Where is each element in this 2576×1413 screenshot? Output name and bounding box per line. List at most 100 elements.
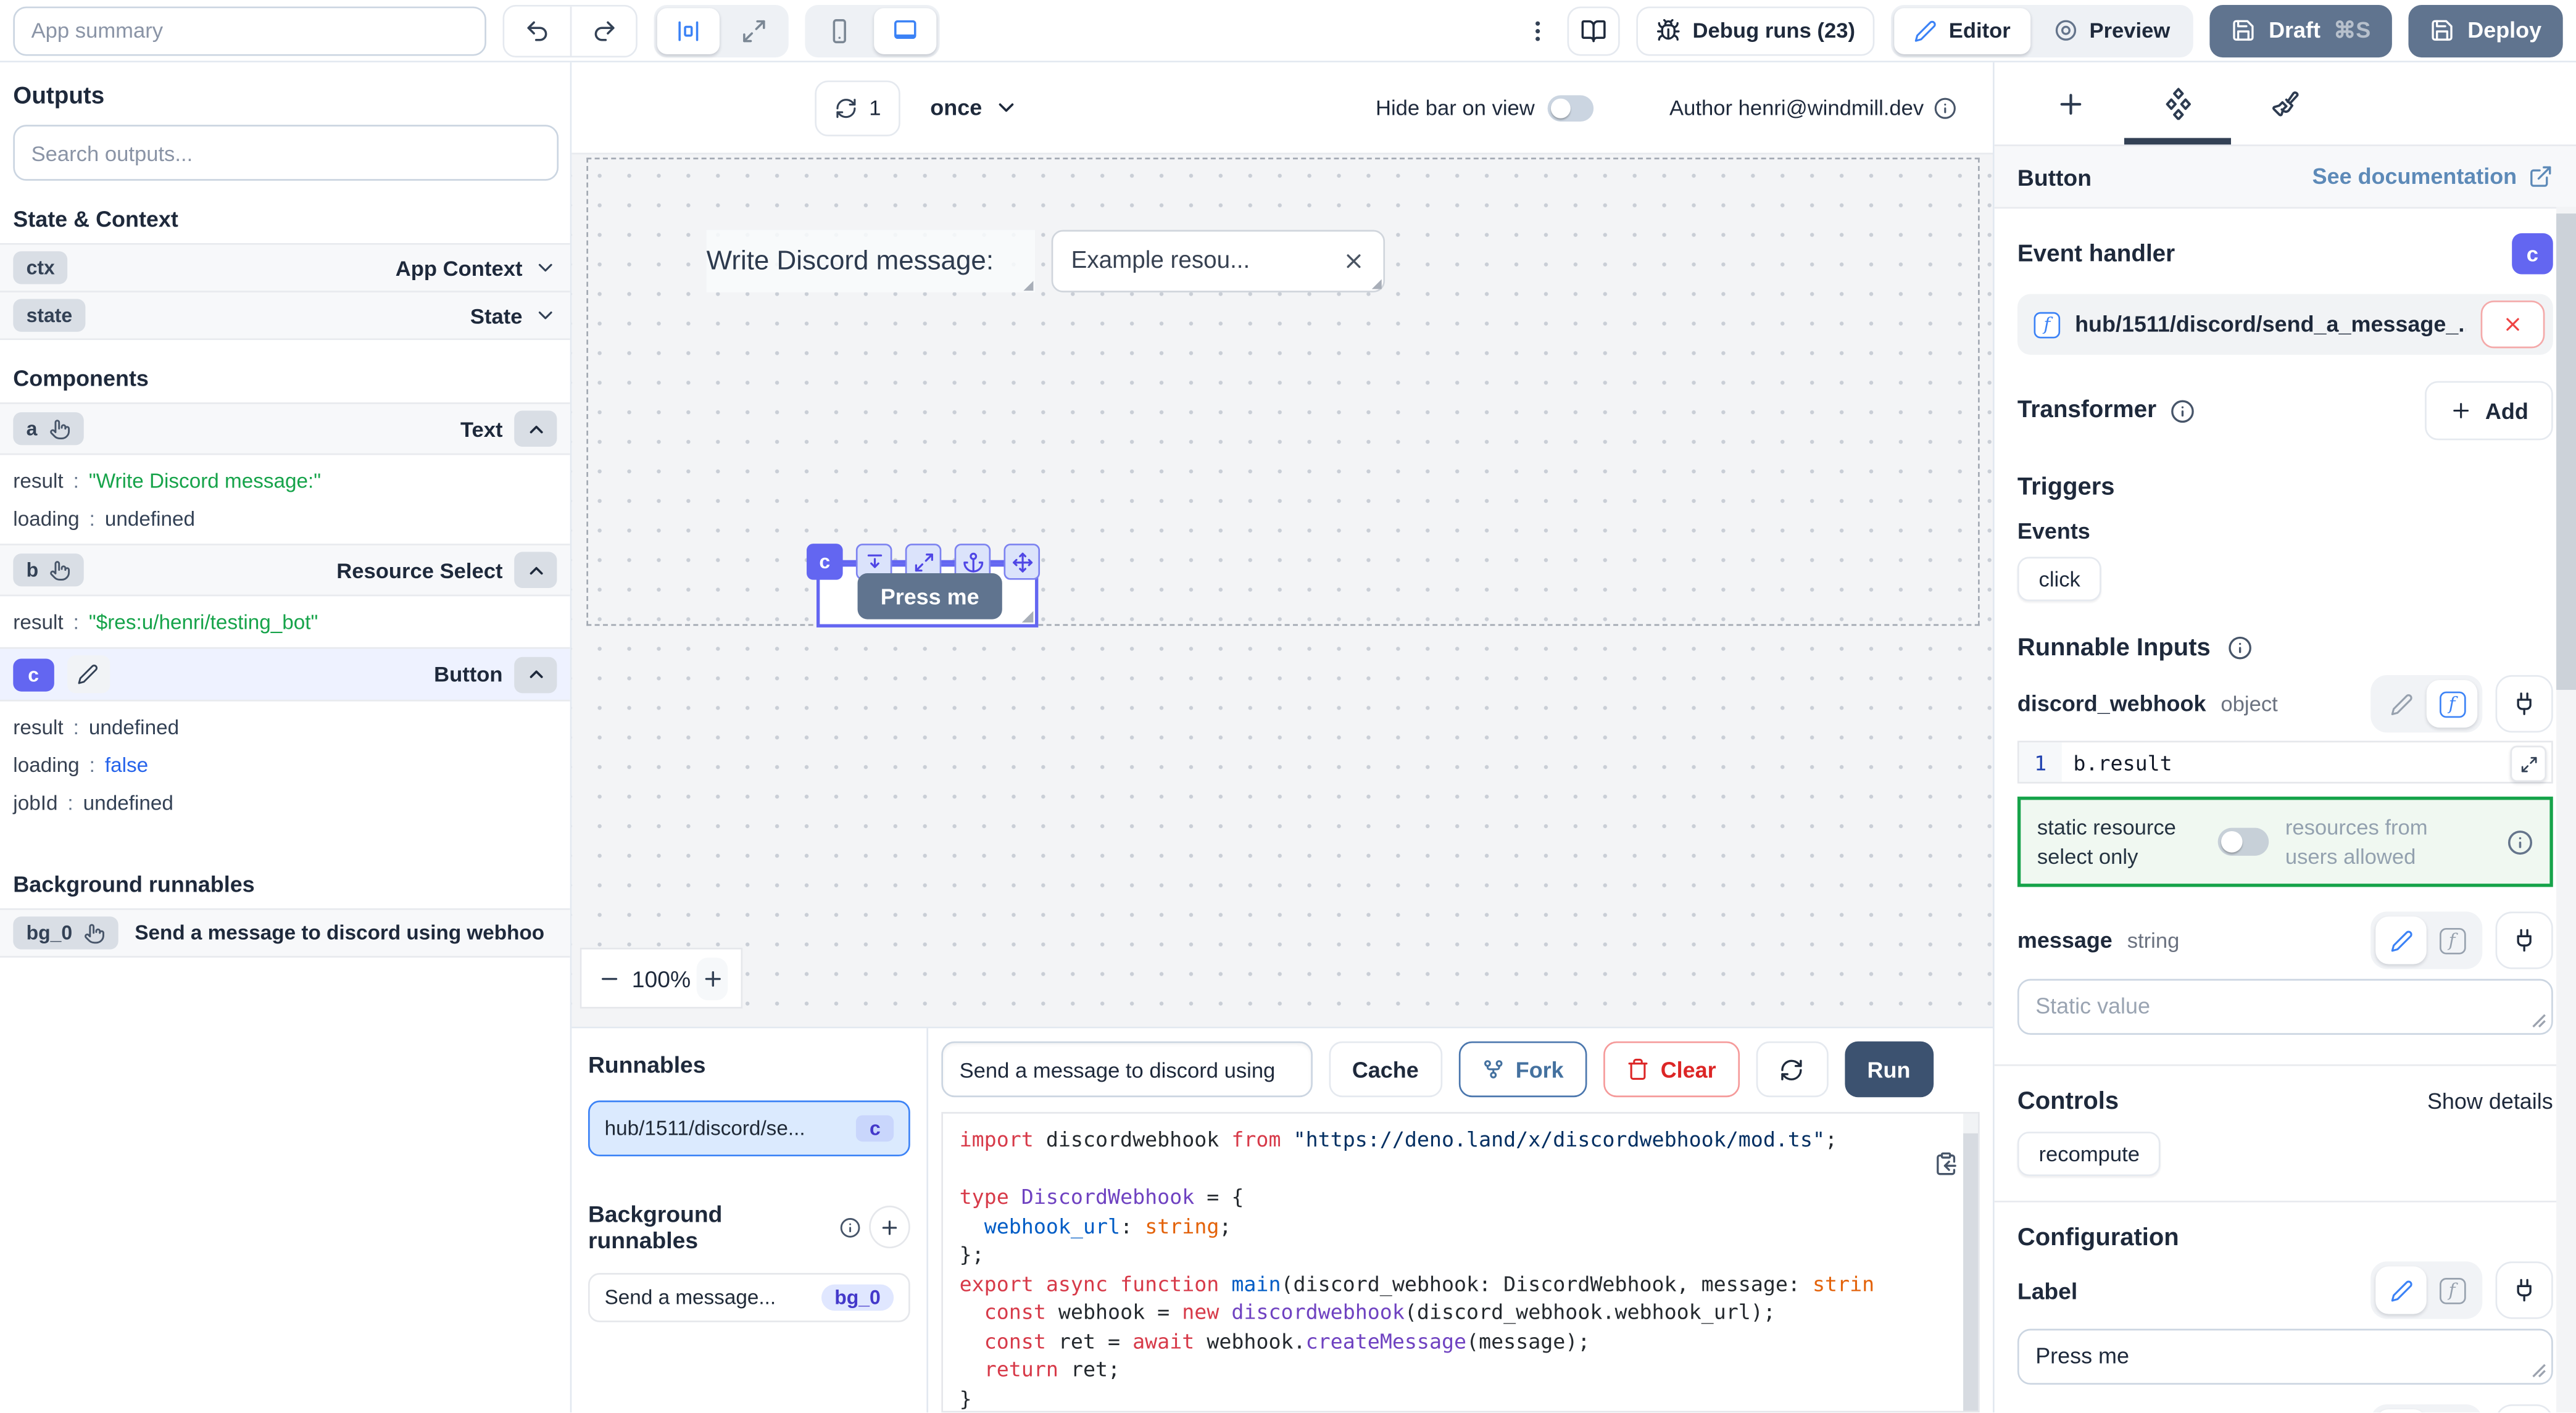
- static-mode-button[interactable]: [2375, 1267, 2427, 1314]
- redo-icon: [591, 17, 617, 44]
- app-summary-input[interactable]: [13, 6, 486, 55]
- resource-mode-toggle[interactable]: [2218, 828, 2269, 856]
- top-right-actions: Debug runs (23) Editor Preview Draft ⌘S: [1525, 4, 2563, 57]
- tab-editor[interactable]: Editor: [1895, 7, 2030, 54]
- search-outputs-input[interactable]: [13, 125, 559, 181]
- settings-scrollbar[interactable]: [2556, 207, 2576, 1413]
- bg0-row[interactable]: bg_0 Send a message to discord using web…: [0, 908, 570, 958]
- runnable-name-input[interactable]: [941, 1042, 1313, 1098]
- connect-input-button[interactable]: [2496, 1404, 2553, 1413]
- component-a-details: result:"Write Discord message:" loading:…: [0, 455, 570, 545]
- event-handler-component-badge: c: [2512, 233, 2553, 275]
- expr-mode-button[interactable]: f: [2427, 1267, 2478, 1314]
- resource-select-component-b[interactable]: Example resou...: [1052, 230, 1385, 292]
- function-icon: f: [2034, 311, 2061, 338]
- component-a-row[interactable]: a Text: [0, 402, 570, 455]
- remove-runnable-button[interactable]: [2481, 300, 2545, 348]
- text-component-a[interactable]: Write Discord message:: [707, 230, 1035, 292]
- event-handler-path: hub/1511/discord/send_a_message_...: [2075, 312, 2466, 337]
- component-icon: [2161, 87, 2194, 120]
- desktop-view-toggle[interactable]: [874, 7, 936, 54]
- static-mode-button[interactable]: [2375, 680, 2427, 727]
- event-handler-runnable[interactable]: f hub/1511/discord/send_a_message_...: [2017, 294, 2553, 354]
- webhook-expr-editor[interactable]: 1 b.result: [2017, 741, 2553, 784]
- resize-grip-icon: [2532, 1014, 2546, 1029]
- tab-preview[interactable]: Preview: [2034, 7, 2190, 54]
- add-background-runnable-button[interactable]: [869, 1206, 910, 1249]
- collapse-c-button[interactable]: [514, 656, 557, 692]
- fork-button[interactable]: Fork: [1458, 1042, 1587, 1098]
- chevron-down-icon: [994, 95, 1018, 120]
- run-button[interactable]: Run: [1844, 1042, 1933, 1098]
- expr-mode-button[interactable]: f: [2427, 917, 2478, 964]
- connect-input-button[interactable]: [2496, 675, 2553, 732]
- ctx-row[interactable]: ctx App Context: [0, 243, 570, 292]
- tab-component-settings[interactable]: [2124, 62, 2231, 144]
- press-me-button[interactable]: Press me: [858, 573, 1002, 619]
- redo-button[interactable]: [570, 6, 636, 55]
- line-number: 1: [2019, 742, 2062, 782]
- static-mode-button[interactable]: [2375, 917, 2427, 964]
- trash-icon: [1626, 1058, 1649, 1081]
- zoom-level: 100%: [632, 966, 691, 992]
- edit-component-button[interactable]: [67, 655, 109, 693]
- move-button[interactable]: [1003, 544, 1040, 580]
- zoom-in-button[interactable]: [697, 957, 728, 1000]
- clear-button[interactable]: Clear: [1603, 1042, 1739, 1098]
- result-value: undefined: [89, 716, 179, 739]
- cache-button[interactable]: Cache: [1329, 1042, 1442, 1098]
- connect-input-button[interactable]: [2496, 1262, 2553, 1319]
- deploy-button[interactable]: Deploy: [2408, 4, 2562, 57]
- collapse-b-button[interactable]: [514, 552, 557, 588]
- show-details-link[interactable]: Show details: [2427, 1089, 2553, 1114]
- selected-button-component-c[interactable]: c Press me: [816, 563, 1038, 628]
- tab-styling[interactable]: [2231, 62, 2338, 144]
- center-layout-toggle[interactable]: [657, 7, 720, 54]
- component-b-row[interactable]: b Resource Select: [0, 544, 570, 596]
- background-runnable-item[interactable]: Send a message... bg_0: [588, 1274, 910, 1323]
- resize-handle[interactable]: [1372, 280, 1382, 289]
- expr-mode-button[interactable]: f: [2427, 680, 2478, 727]
- code-editor[interactable]: import discordwebhook from "https://deno…: [941, 1113, 1979, 1413]
- runnable-item-selected[interactable]: hub/1511/discord/se... c: [588, 1101, 910, 1157]
- chevron-up-icon: [525, 418, 547, 439]
- event-click-chip[interactable]: click: [2017, 557, 2102, 601]
- plug-icon: [2512, 692, 2537, 716]
- runnable-inputs-title: Runnable Inputs: [2017, 634, 2211, 662]
- message-static-input[interactable]: Static value: [2017, 979, 2553, 1035]
- state-row[interactable]: state State: [0, 291, 570, 340]
- add-transformer-button[interactable]: Add: [2424, 381, 2553, 441]
- refresh-count-button[interactable]: 1: [815, 80, 900, 136]
- recompute-chip[interactable]: recompute: [2017, 1132, 2161, 1176]
- resize-handle[interactable]: [1022, 611, 1034, 623]
- info-icon: [839, 1217, 861, 1238]
- full-width-toggle[interactable]: [723, 7, 785, 54]
- debug-runs-button[interactable]: Debug runs (23): [1637, 6, 1875, 55]
- schedule-dropdown[interactable]: once: [930, 95, 1018, 120]
- collapse-a-button[interactable]: [514, 410, 557, 447]
- code-scrollbar[interactable]: [1963, 1114, 1978, 1412]
- more-menu-button[interactable]: [1525, 15, 1552, 45]
- expr-mode-button[interactable]: f: [2427, 1409, 2478, 1413]
- reload-code-button[interactable]: [1756, 1042, 1828, 1098]
- app-canvas[interactable]: Write Discord message: Example resou... …: [571, 153, 1993, 1027]
- undo-button[interactable]: [504, 6, 570, 55]
- label-value-input[interactable]: Press me: [2017, 1329, 2553, 1385]
- resize-handle[interactable]: [1023, 281, 1033, 291]
- tab-insert-component[interactable]: [2017, 62, 2124, 144]
- zoom-out-button[interactable]: [595, 957, 625, 1000]
- connect-input-button[interactable]: [2496, 912, 2553, 969]
- see-documentation-link[interactable]: See documentation: [2312, 164, 2553, 189]
- static-mode-button[interactable]: [2375, 1409, 2427, 1413]
- input-mode-toggle: f: [2370, 1404, 2482, 1413]
- ctx-type-label: App Context: [396, 255, 523, 280]
- mobile-view-toggle[interactable]: [808, 7, 871, 54]
- copy-code-button[interactable]: [1934, 1152, 1958, 1177]
- bug-icon: [1656, 18, 1681, 43]
- hide-bar-toggle[interactable]: [1548, 94, 1594, 121]
- component-c-row[interactable]: c Button: [0, 647, 570, 702]
- draft-button[interactable]: Draft ⌘S: [2209, 4, 2392, 57]
- expand-editor-button[interactable]: [2511, 746, 2547, 782]
- layout-mode-group: [654, 4, 788, 57]
- docs-button[interactable]: [1568, 6, 1620, 55]
